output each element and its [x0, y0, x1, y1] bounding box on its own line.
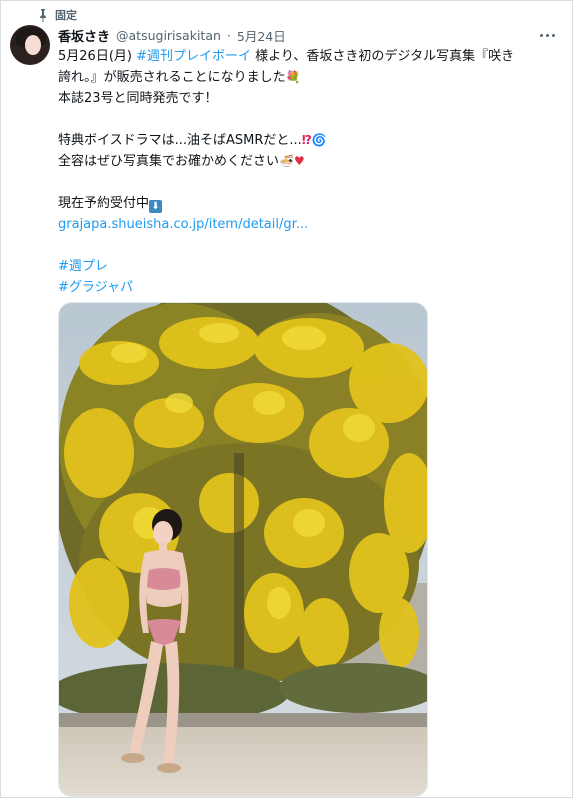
pin-icon [40, 9, 46, 22]
red-heart-emoji: ♥ [293, 154, 305, 168]
tweet-line: #グラジャパ [58, 277, 558, 298]
down-arrow-emoji: ⬇ [149, 200, 163, 213]
tweet-text: 5月26日(月) #週刊プレイボーイ 様より、香坂さき初のデジタル写真集『咲き … [58, 46, 558, 298]
tweet-line: 全容はぜひ写真集でお確かめください🍜♥ [58, 151, 558, 172]
hashtag-link[interactable]: #週プレ [58, 259, 108, 274]
hashtag-link[interactable]: #グラジャパ [58, 280, 133, 295]
author-display-name[interactable]: 香坂さき [58, 26, 110, 45]
tweet-line: 5月26日(月) #週刊プレイボーイ 様より、香坂さき初のデジタル写真集『咲き [58, 49, 515, 64]
tweet-date[interactable]: 5月24日 [237, 26, 286, 45]
bouquet-emoji: 💐 [285, 70, 301, 84]
noodle-bowl-emoji: 🍜 [279, 154, 294, 168]
external-link[interactable]: grajapa.shueisha.co.jp/item/detail/gr... [58, 217, 308, 232]
pinned-label: 固定 [55, 9, 77, 22]
hashtag-link[interactable]: #週刊プレイボーイ [136, 49, 251, 64]
photo-woman-under-mimosa-tree [59, 303, 427, 796]
author-handle[interactable]: @atsugirisakitan [116, 28, 221, 43]
interrobang-emoji: ⁉ [301, 133, 312, 147]
tweet-card[interactable]: 固定 香坂さき @atsugirisakitan · 5月24日 5月26日(月… [0, 0, 573, 798]
tweet-line: 特典ボイスドラマは...油そばASMRだと...⁉🌀 [58, 130, 558, 151]
pinned-indicator: 固定 [37, 7, 77, 23]
avatar[interactable] [10, 25, 50, 65]
tweet-line: 現在予約受付中 ⬇ [58, 193, 558, 214]
more-horizontal-icon[interactable] [536, 27, 558, 43]
cyclone-emoji: 🌀 [311, 133, 327, 147]
tweet-line: #週プレ [58, 256, 558, 277]
tweet-line: grajapa.shueisha.co.jp/item/detail/gr... [58, 214, 558, 235]
tweet-line: 誇れ。』が販売されることになりました💐 [58, 67, 558, 88]
tweet-header: 香坂さき @atsugirisakitan · 5月24日 [58, 25, 532, 45]
tweet-line: 本誌23号と同時発売です！ [58, 91, 218, 106]
separator-dot: · [226, 27, 231, 43]
tweet-photo[interactable] [58, 302, 428, 797]
